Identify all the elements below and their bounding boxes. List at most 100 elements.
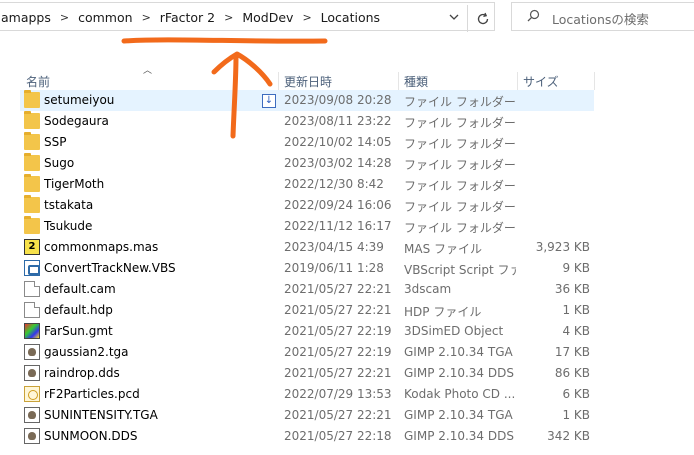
file-date: 2023/09/08 20:28 xyxy=(284,93,392,107)
column-divider[interactable] xyxy=(594,72,595,90)
file-size: 3,923 KB xyxy=(535,240,590,254)
file-date: 2021/05/27 22:21 xyxy=(284,408,392,422)
file-date: 2023/03/02 14:28 xyxy=(284,156,392,170)
breadcrumb: amapps > common > rFactor 2 > ModDev > L… xyxy=(1,3,380,32)
gimp-file-icon xyxy=(24,365,40,381)
chevron-right-icon[interactable]: > xyxy=(224,11,233,24)
crumb-rfactor2[interactable]: rFactor 2 xyxy=(160,10,215,25)
file-date: 2022/10/02 14:05 xyxy=(284,135,392,149)
file-date: 2021/05/27 22:21 xyxy=(284,282,392,296)
file-type: ファイル フォルダー xyxy=(404,158,516,172)
gimp-file-icon xyxy=(24,344,40,360)
crumb-moddev[interactable]: ModDev xyxy=(242,10,293,25)
file-name: rF2Particles.pcd xyxy=(44,387,140,401)
mas-file-icon: 2 xyxy=(24,239,40,255)
file-type: MAS ファイル xyxy=(404,242,482,256)
file-type: Kodak Photo CD ... xyxy=(404,387,516,401)
file-row[interactable]: raindrop.dds 2021/05/27 22:21 GIMP 2.10.34… xyxy=(20,363,594,384)
search-box[interactable]: Locationsの検索 xyxy=(511,2,694,31)
file-name: gaussian2.tga xyxy=(44,345,129,359)
file-row[interactable]: FarSun.gmt 2021/05/27 22:19 3DSimED Object… xyxy=(20,321,594,342)
file-row[interactable]: default.hdp 2021/05/27 22:21 HDP ファイル 1 KB xyxy=(20,300,594,321)
crumb-amapps[interactable]: amapps xyxy=(1,10,51,25)
file-type: HDP ファイル xyxy=(404,305,482,319)
column-size[interactable]: サイズ xyxy=(523,73,559,90)
folder-icon xyxy=(24,111,40,129)
chevron-down-icon[interactable] xyxy=(447,10,461,24)
file-icon xyxy=(24,281,40,297)
file-date: 2021/05/27 22:21 xyxy=(284,366,392,380)
file-name: setumeiyou xyxy=(44,93,115,107)
column-divider[interactable] xyxy=(517,72,518,90)
chevron-right-icon[interactable]: > xyxy=(60,11,69,24)
file-name: raindrop.dds xyxy=(44,366,120,380)
pcd-file-icon xyxy=(24,386,40,402)
folder-row[interactable]: setumeiyou 2023/09/08 20:28 ファイル フォルダー xyxy=(20,90,594,111)
file-name: SSP xyxy=(44,135,67,149)
navigation-bar: amapps > common > rFactor 2 > ModDev > L… xyxy=(0,0,694,34)
column-type[interactable]: 種類 xyxy=(404,73,428,90)
folder-row[interactable]: TigerMoth 2022/12/30 8:42 ファイル フォルダー xyxy=(20,174,594,195)
column-divider[interactable] xyxy=(398,72,399,90)
column-date[interactable]: 更新日時 xyxy=(284,73,332,90)
file-name: Sugo xyxy=(44,156,75,170)
file-date: 2021/05/27 22:18 xyxy=(284,429,392,443)
file-size: 1 KB xyxy=(562,408,590,422)
gmt-file-icon xyxy=(24,323,40,339)
column-header: 名前 更新日時 種類 サイズ xyxy=(0,72,694,90)
file-name: Tsukude xyxy=(44,219,93,233)
file-row[interactable]: 2 commonmaps.mas 2023/04/15 4:39 MAS ファイル 3,… xyxy=(20,237,594,258)
crumb-locations[interactable]: Locations xyxy=(321,10,380,25)
file-type: ファイル フォルダー xyxy=(404,95,516,109)
column-divider[interactable] xyxy=(278,72,279,90)
file-date: 2022/07/29 13:53 xyxy=(284,387,392,401)
file-row[interactable]: gaussian2.tga 2021/05/27 22:19 GIMP 2.10.3… xyxy=(20,342,594,363)
file-date: 2023/04/15 4:39 xyxy=(284,240,384,254)
underline-mark xyxy=(121,37,328,44)
refresh-button[interactable] xyxy=(467,5,497,32)
file-type: ファイル フォルダー xyxy=(404,200,516,214)
file-row[interactable]: ConvertTrackNew.VBS 2019/06/11 1:28 VBScri… xyxy=(20,258,594,279)
file-name: Sodegaura xyxy=(44,114,109,128)
file-row[interactable]: SUNMOON.DDS 2021/05/27 22:18 GIMP 2.10.34 … xyxy=(20,426,594,447)
file-type: ファイル フォルダー xyxy=(404,179,516,193)
file-name: ConvertTrackNew.VBS xyxy=(44,261,176,275)
file-name: SUNINTENSITY.TGA xyxy=(44,408,158,422)
search-icon xyxy=(527,9,540,22)
column-name[interactable]: 名前 xyxy=(26,73,50,90)
file-date: 2021/05/27 22:19 xyxy=(284,324,392,338)
crumb-common[interactable]: common xyxy=(78,10,132,25)
folder-row[interactable]: Sodegaura 2023/08/11 23:22 ファイル フォルダー xyxy=(20,111,594,132)
gimp-file-icon xyxy=(24,407,40,423)
chevron-right-icon[interactable]: > xyxy=(302,11,311,24)
file-type: 3dscam xyxy=(404,282,452,296)
file-row[interactable]: default.cam 2021/05/27 22:21 3dscam 36 KB xyxy=(20,279,594,300)
file-size: 6 KB xyxy=(562,387,590,401)
folder-row[interactable]: tstakata 2022/09/24 16:06 ファイル フォルダー xyxy=(20,195,594,216)
file-name: default.cam xyxy=(44,282,116,296)
address-bar[interactable]: amapps > common > rFactor 2 > ModDev > L… xyxy=(0,2,497,32)
file-name: TigerMoth xyxy=(44,177,105,191)
file-date: 2022/11/12 16:17 xyxy=(284,219,392,233)
folder-icon xyxy=(24,132,40,150)
file-row[interactable]: rF2Particles.pcd 2022/07/29 13:53 Kodak Ph… xyxy=(20,384,594,405)
refresh-icon xyxy=(477,12,488,24)
folder-row[interactable]: Tsukude 2022/11/12 16:17 ファイル フォルダー xyxy=(20,216,594,237)
chevron-right-icon[interactable]: > xyxy=(142,11,151,24)
file-size: 17 KB xyxy=(554,345,590,359)
file-size: 4 KB xyxy=(562,324,590,338)
folder-icon xyxy=(24,216,40,234)
file-type: ファイル フォルダー xyxy=(404,137,516,151)
file-date: 2021/05/27 22:19 xyxy=(284,345,392,359)
file-size: 1 KB xyxy=(562,303,590,317)
file-name: default.hdp xyxy=(44,303,113,317)
file-date: 2022/12/30 8:42 xyxy=(284,177,384,191)
file-type: GIMP 2.10.34 DDS xyxy=(404,429,514,443)
file-type: VBScript Script ファ... xyxy=(404,263,516,277)
file-size: 9 KB xyxy=(562,261,590,275)
file-size: 342 KB xyxy=(547,429,590,443)
folder-row[interactable]: Sugo 2023/03/02 14:28 ファイル フォルダー xyxy=(20,153,594,174)
folder-row[interactable]: SSP 2022/10/02 14:05 ファイル フォルダー xyxy=(20,132,594,153)
file-row[interactable]: SUNINTENSITY.TGA 2021/05/27 22:21 GIMP 2.1… xyxy=(20,405,594,426)
file-name: commonmaps.mas xyxy=(44,240,159,254)
